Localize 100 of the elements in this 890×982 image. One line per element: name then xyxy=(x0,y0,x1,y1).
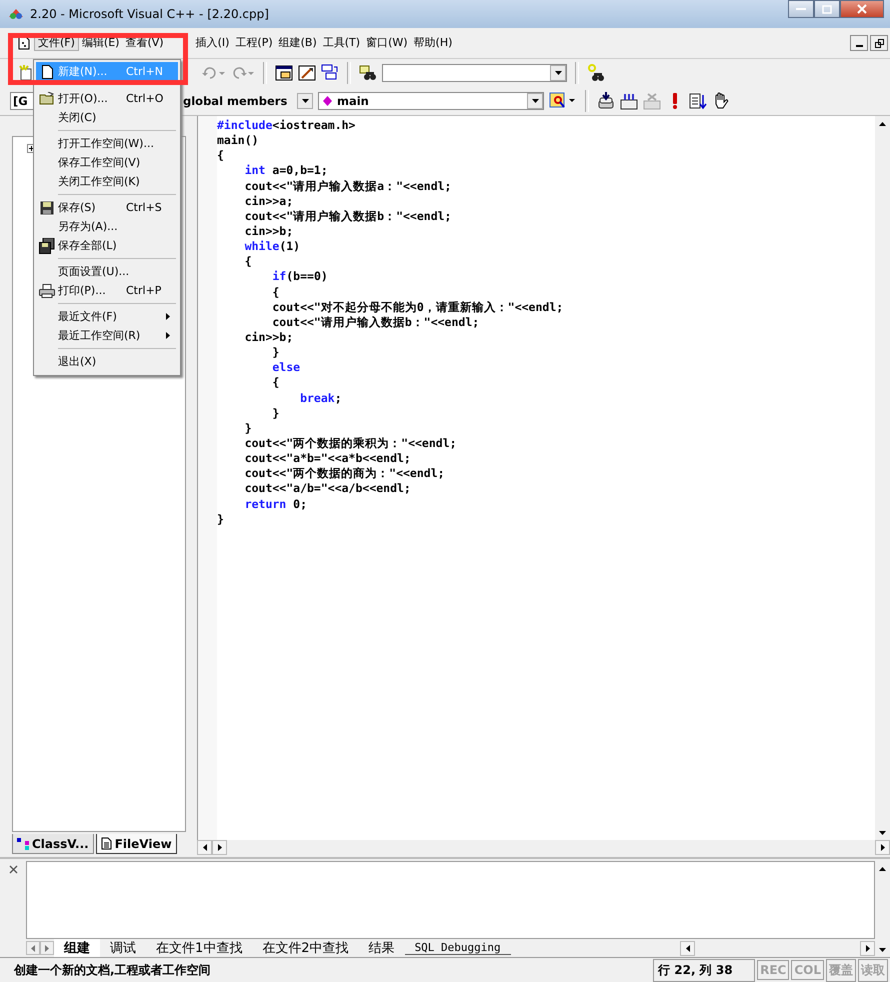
code-line: main() xyxy=(217,133,260,148)
menu-entry[interactable]: 打开(O)... Ctrl+O xyxy=(36,89,178,108)
tab-scroll-left-button[interactable] xyxy=(26,941,40,955)
menu-item[interactable]: 工程(P) xyxy=(232,35,276,51)
code-line: { xyxy=(271,375,280,391)
code-line: break; xyxy=(299,390,343,406)
menu-entry[interactable]: 退出(X) xyxy=(36,352,178,371)
menu-item[interactable]: 窗口(W) xyxy=(363,35,411,51)
caret-icon xyxy=(302,99,308,103)
code-line: { xyxy=(271,284,280,300)
maximize-button[interactable] xyxy=(814,0,840,18)
submenu-arrow-icon xyxy=(166,332,170,339)
code-line: #include<iostream.h> xyxy=(217,118,356,134)
menu-item[interactable]: 帮助(H) xyxy=(410,35,456,51)
scroll-right-icon xyxy=(866,944,870,952)
code-line: { xyxy=(244,254,253,270)
scroll-left-icon xyxy=(31,944,35,952)
tab-scroll-right-button[interactable] xyxy=(40,941,54,955)
menu-entry[interactable]: 最近工作空间(R) xyxy=(36,326,178,345)
scroll-down-icon xyxy=(879,948,886,952)
window-list-icon[interactable] xyxy=(321,64,339,82)
cursor-position: 行 22, 列 38 xyxy=(653,958,756,982)
floppy-disks-icon xyxy=(39,238,55,254)
compile-icon[interactable] xyxy=(597,92,615,110)
submenu-arrow-icon xyxy=(166,313,170,320)
menu-item[interactable]: 编辑(E) xyxy=(78,35,122,51)
code-line: cin>>b; xyxy=(244,224,294,240)
code-line: cout<<"请用户输入数据b："<<endl; xyxy=(244,208,452,224)
printer-icon xyxy=(39,284,55,298)
document-icon xyxy=(42,64,52,78)
menu-entry[interactable]: 页面设置(U)... xyxy=(36,262,178,281)
workspace-tab[interactable]: FileView xyxy=(96,834,177,854)
output-tab[interactable]: SQL Debugging xyxy=(404,941,511,955)
scroll-right-icon xyxy=(218,844,222,851)
status-message: 创建一个新的文档,工程或者工作空间 xyxy=(14,962,211,978)
menu-entry[interactable]: 保存(S) Ctrl+S xyxy=(36,198,178,217)
code-line: } xyxy=(271,406,280,421)
menu-entry[interactable]: 关闭(C) xyxy=(36,108,178,127)
scroll-right-icon xyxy=(880,844,884,851)
menu-entry[interactable]: 保存全部(L) xyxy=(36,236,178,255)
menu-item[interactable]: 插入(I) xyxy=(192,35,232,51)
scroll-down-icon xyxy=(879,830,886,834)
output-window-icon[interactable] xyxy=(298,64,316,82)
new-workspace-icon[interactable] xyxy=(18,65,34,81)
menu-entry[interactable]: 打印(P)... Ctrl+P xyxy=(36,281,178,300)
close-button[interactable] xyxy=(840,0,884,18)
code-line: cout<<"a*b="<<a*b<<endl; xyxy=(244,451,412,466)
code-line: } xyxy=(244,420,253,436)
window-title: 2.20 - Microsoft Visual C++ - [2.20.cpp] xyxy=(30,7,269,21)
code-line: cout<<"请用户输入数据b："<<endl; xyxy=(271,314,480,330)
code-line: cout<<"两个数据的商为："<<endl; xyxy=(244,466,446,482)
workspace-tab[interactable]: ClassV... xyxy=(12,834,94,854)
code-line: int a=0,b=1; xyxy=(244,163,329,179)
find-in-files-icon[interactable] xyxy=(587,64,605,82)
menu-item[interactable]: 组建(B) xyxy=(276,35,320,51)
minimize-icon xyxy=(796,7,806,11)
maximize-icon xyxy=(822,4,832,14)
code-line: } xyxy=(217,512,225,527)
wizard-actions-icon[interactable] xyxy=(549,92,577,110)
status-indicator: 读取 xyxy=(858,958,888,982)
close-icon[interactable] xyxy=(8,865,18,874)
minimize-document-button[interactable] xyxy=(850,35,868,51)
close-icon xyxy=(857,4,867,14)
workspace-window-icon[interactable] xyxy=(275,64,293,82)
restore-icon xyxy=(874,38,884,48)
scroll-up-icon xyxy=(879,122,886,126)
code-line: cout<<"请用户输入数据a："<<endl; xyxy=(244,178,452,194)
menu-entry[interactable]: 打开工作空间(W)... xyxy=(36,134,178,153)
class-view-icon xyxy=(17,838,29,850)
filter-combo[interactable]: global members xyxy=(181,92,313,110)
folder-icon xyxy=(39,92,55,105)
code-line: while(1) xyxy=(244,239,302,254)
output-tab[interactable]: 组建 xyxy=(54,939,100,957)
find-combo[interactable] xyxy=(382,64,567,82)
document-icon xyxy=(18,36,30,50)
menu-entry[interactable]: 最近文件(F) xyxy=(36,307,178,326)
code-line: } xyxy=(271,345,280,360)
restore-document-button[interactable] xyxy=(870,35,888,51)
menu-entry[interactable]: 另存为(A)... xyxy=(36,217,178,236)
caret-icon xyxy=(554,71,562,75)
scroll-left-icon xyxy=(202,844,206,851)
code-line: else xyxy=(271,360,302,376)
go-icon[interactable] xyxy=(689,92,707,110)
caret-icon xyxy=(532,99,538,103)
member-combo[interactable]: main xyxy=(318,92,544,110)
menu-entry[interactable]: 保存工作空间(V) xyxy=(36,153,178,172)
menu-item[interactable]: 工具(T) xyxy=(320,35,364,51)
scroll-up-icon xyxy=(879,866,886,870)
build-icon[interactable] xyxy=(620,92,638,110)
app-icon xyxy=(8,7,24,21)
minimize-button[interactable] xyxy=(788,0,814,18)
scroll-right-icon xyxy=(45,944,49,952)
code-line: cout<<"a/b="<<a/b<<endl; xyxy=(244,481,412,497)
menu-entry[interactable]: 关闭工作空间(K) xyxy=(36,172,178,191)
code-line: cin>>b; xyxy=(244,330,294,346)
horizontal-scrollbar[interactable] xyxy=(197,840,890,857)
find-icon[interactable] xyxy=(359,64,377,82)
output-horizontal-scrollbar[interactable] xyxy=(680,940,875,956)
scroll-left-icon xyxy=(686,944,690,952)
code-line: { xyxy=(217,148,225,164)
